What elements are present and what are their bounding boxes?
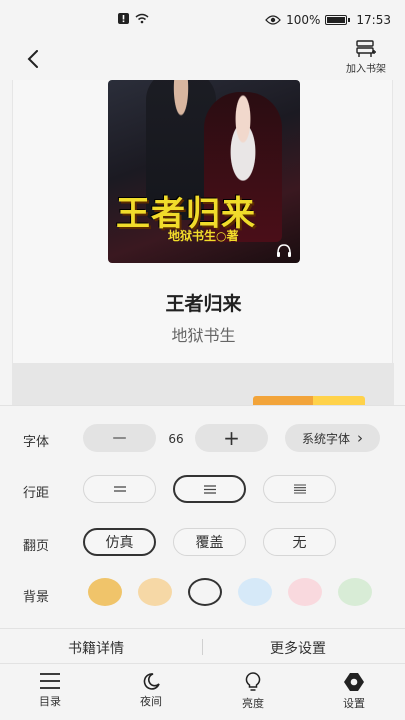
nav-item-brightness[interactable]: 亮度 bbox=[223, 672, 283, 711]
background-swatch-white[interactable] bbox=[188, 578, 222, 606]
book-stats-area bbox=[13, 363, 394, 405]
line-spacing-small-icon bbox=[113, 486, 126, 492]
bulb-icon bbox=[245, 672, 261, 691]
page-turn-label: 翻页 bbox=[23, 539, 50, 554]
moon-icon bbox=[143, 673, 160, 690]
font-decrease-button[interactable]: — bbox=[83, 424, 156, 452]
bookshelf-add-icon bbox=[356, 40, 376, 57]
headphones-icon[interactable] bbox=[276, 243, 292, 257]
reader-topbar: 加入书架 bbox=[0, 40, 405, 80]
background-swatch-yellow[interactable] bbox=[88, 578, 122, 606]
settings-links: 书籍详情 更多设置 bbox=[0, 628, 405, 664]
rank-badge bbox=[253, 396, 313, 405]
book-details-link[interactable]: 书籍详情 bbox=[68, 638, 124, 658]
line-spacing-medium-icon bbox=[203, 484, 216, 494]
font-family-label: 系统字体 bbox=[302, 431, 351, 446]
links-divider bbox=[202, 639, 203, 655]
nav-label-settings: 设置 bbox=[343, 697, 365, 710]
back-button[interactable] bbox=[18, 44, 48, 74]
line-spacing-large-button[interactable] bbox=[263, 475, 336, 503]
font-label: 字体 bbox=[23, 435, 50, 450]
chevron-left-icon bbox=[27, 50, 38, 68]
page-turn-row: 翻页 仿真 覆盖 无 bbox=[0, 523, 405, 563]
page-turn-cover-button[interactable]: 覆盖 bbox=[173, 528, 246, 556]
font-size-value: 66 bbox=[168, 432, 184, 446]
font-increase-button[interactable]: + bbox=[195, 424, 268, 452]
font-row: 字体 — 66 + 系统字体 › bbox=[0, 419, 405, 459]
more-settings-link[interactable]: 更多设置 bbox=[270, 638, 326, 658]
bottom-nav: 目录 夜间 亮度 设置 bbox=[0, 663, 405, 720]
status-icons-right: 100% 17:53 bbox=[265, 13, 391, 27]
reader-settings-panel: 字体 — 66 + 系统字体 › 行距 翻页 仿真 覆盖 无 背景 书籍详情 更… bbox=[0, 405, 405, 663]
line-spacing-medium-button[interactable] bbox=[173, 475, 246, 503]
status-icons-left bbox=[118, 13, 149, 24]
cover-author: 地狱书生○著 bbox=[168, 229, 239, 243]
nav-item-settings[interactable]: 设置 bbox=[324, 672, 384, 711]
book-info-card: 王者归来 地狱书生○著 王者归来 地狱书生 bbox=[12, 80, 394, 405]
chevron-right-icon: › bbox=[357, 429, 364, 447]
line-spacing-row: 行距 bbox=[0, 470, 405, 510]
book-cover[interactable]: 王者归来 地狱书生○著 bbox=[108, 80, 300, 263]
nav-label-catalog: 目录 bbox=[39, 695, 61, 708]
line-spacing-small-button[interactable] bbox=[83, 475, 156, 503]
nav-label-brightness: 亮度 bbox=[242, 697, 264, 710]
eye-icon bbox=[265, 15, 281, 25]
add-to-shelf-label: 加入书架 bbox=[346, 64, 386, 75]
background-label: 背景 bbox=[23, 590, 50, 605]
line-spacing-label: 行距 bbox=[23, 486, 50, 501]
nav-item-night[interactable]: 夜间 bbox=[121, 672, 181, 709]
page-turn-simulation-button[interactable]: 仿真 bbox=[83, 528, 156, 556]
wifi-icon bbox=[135, 13, 149, 24]
notification-icon bbox=[118, 13, 129, 24]
book-title: 王者归来 bbox=[165, 293, 242, 315]
background-swatch-tan[interactable] bbox=[138, 578, 172, 606]
battery-icon bbox=[325, 15, 351, 25]
font-family-button[interactable]: 系统字体 › bbox=[285, 424, 380, 452]
popularity-badge bbox=[313, 396, 365, 405]
gear-icon bbox=[344, 673, 364, 691]
background-swatch-blue[interactable] bbox=[238, 578, 272, 606]
background-swatch-pink[interactable] bbox=[288, 578, 322, 606]
menu-icon bbox=[40, 673, 60, 689]
book-author: 地狱书生 bbox=[171, 326, 236, 345]
background-row: 背景 bbox=[0, 575, 405, 615]
background-swatch-green[interactable] bbox=[338, 578, 372, 606]
clock: 17:53 bbox=[356, 13, 391, 27]
nav-label-night: 夜间 bbox=[140, 695, 162, 708]
nav-item-catalog[interactable]: 目录 bbox=[20, 672, 80, 709]
battery-percent: 100% bbox=[286, 13, 321, 27]
page-turn-none-button[interactable]: 无 bbox=[263, 528, 336, 556]
line-spacing-large-icon bbox=[293, 484, 306, 494]
add-to-shelf-button[interactable]: 加入书架 bbox=[341, 40, 391, 75]
status-bar: 100% 17:53 bbox=[0, 0, 405, 40]
